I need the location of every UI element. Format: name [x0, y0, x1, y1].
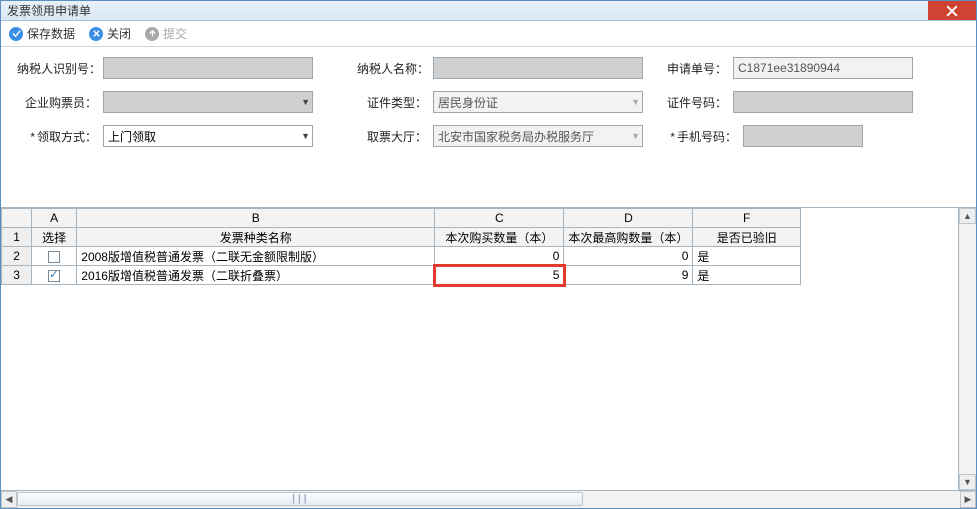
grid-corner[interactable] [2, 209, 32, 228]
field-qygpy: 企业购票员： ▼ [17, 91, 357, 113]
label-nsrmc: 纳税人名称： [357, 60, 427, 77]
field-nsrmc: 纳税人名称： [357, 57, 667, 79]
table-row[interactable]: 2 2008版增值税普通发票（二联无金额限制版） 0 0 是 [2, 247, 801, 266]
row-checkbox[interactable] [48, 251, 60, 263]
check-icon [9, 27, 23, 41]
scroll-left-button[interactable]: ◀ [1, 491, 17, 508]
col-F[interactable]: F [693, 209, 801, 228]
table-row[interactable]: 3 2016版增值税普通发票（二联折叠票） 5 9 是 [2, 266, 801, 285]
label-qygpy: 企业购票员： [17, 94, 97, 111]
window: 发票领用申请单 保存数据 关闭 提交 纳税人识别号： 纳税人名称： 申请单号： [0, 0, 977, 509]
title-bar: 发票领用申请单 [1, 1, 976, 21]
window-title: 发票领用申请单 [7, 2, 91, 19]
save-button-label: 保存数据 [27, 25, 75, 42]
col-D[interactable]: D [564, 209, 693, 228]
toolbar: 保存数据 关闭 提交 [1, 21, 976, 47]
qpdt-input [433, 125, 643, 147]
nsrmc-input[interactable] [433, 57, 643, 79]
nsrsbh-input[interactable] [103, 57, 313, 79]
label-sjhm: *手机号码： [667, 128, 737, 145]
cell-max: 9 [564, 266, 693, 285]
hscroll-thumb[interactable]: ┃┃┃ [17, 492, 583, 506]
zjlx-input [433, 91, 643, 113]
horizontal-scrollbar[interactable]: ◀ ┃┃┃ ▶ [1, 490, 976, 508]
cell-max: 0 [564, 247, 693, 266]
scroll-right-button[interactable]: ▶ [960, 491, 976, 508]
cell-buy[interactable]: 0 [435, 247, 564, 266]
sqdh-input [733, 57, 913, 79]
grid-scroll[interactable]: A B C D F 1 选择 发票种类名称 本次购买数量（本） 本次最高购数量（… [1, 208, 976, 490]
submit-button: 提交 [145, 25, 187, 42]
zjlx-combo: ▼ [433, 91, 643, 113]
close-icon [946, 5, 958, 17]
field-zjhm: 证件号码： [667, 91, 947, 113]
lqfs-combo[interactable]: ▼ [103, 125, 313, 147]
window-close-button[interactable] [928, 1, 976, 20]
cell-name: 2016版增值税普通发票（二联折叠票） [77, 266, 435, 285]
close-button-label: 关闭 [107, 25, 131, 42]
cell-verified: 是 [693, 247, 801, 266]
qpdt-combo: ▼ [433, 125, 643, 147]
col-C[interactable]: C [435, 209, 564, 228]
zjhm-input[interactable] [733, 91, 913, 113]
vscroll-track[interactable] [959, 224, 976, 474]
lqfs-input[interactable] [103, 125, 313, 147]
vertical-scrollbar[interactable]: ▲ ▼ [958, 208, 976, 490]
field-nsrsbh: 纳税人识别号： [17, 57, 357, 79]
row-checkbox[interactable] [48, 270, 60, 282]
form-area: 纳税人识别号： 纳税人名称： 申请单号： 企业购票员： ▼ 证件类型： ▼ [1, 47, 976, 207]
cell-buy-highlighted[interactable]: 5 [435, 266, 564, 285]
scroll-down-button[interactable]: ▼ [959, 474, 976, 490]
hdr-name: 发票种类名称 [77, 228, 435, 247]
grid-wrap: A B C D F 1 选择 发票种类名称 本次购买数量（本） 本次最高购数量（… [1, 207, 976, 508]
label-lqfs: *领取方式： [17, 128, 97, 145]
scroll-up-button[interactable]: ▲ [959, 208, 976, 224]
close-button[interactable]: 关闭 [89, 25, 131, 42]
close-icon [89, 27, 103, 41]
grip-icon: ┃┃┃ [291, 495, 308, 504]
qygpy-input[interactable] [103, 91, 313, 113]
grid: A B C D F 1 选择 发票种类名称 本次购买数量（本） 本次最高购数量（… [1, 208, 801, 285]
cell-name: 2008版增值税普通发票（二联无金额限制版） [77, 247, 435, 266]
hdr-verified: 是否已验旧 [693, 228, 801, 247]
rownum-1[interactable]: 1 [2, 228, 32, 247]
field-qpdt: 取票大厅： ▼ [357, 125, 667, 147]
label-sqdh: 申请单号： [667, 60, 727, 77]
label-nsrsbh: 纳税人识别号： [17, 60, 97, 77]
field-lqfs: *领取方式： ▼ [17, 125, 357, 147]
field-sjhm: *手机号码： [667, 125, 947, 147]
field-zjlx: 证件类型： ▼ [357, 91, 667, 113]
qygpy-combo[interactable]: ▼ [103, 91, 313, 113]
rownum-2[interactable]: 2 [2, 247, 32, 266]
submit-button-label: 提交 [163, 25, 187, 42]
sjhm-input[interactable] [743, 125, 863, 147]
col-B[interactable]: B [77, 209, 435, 228]
save-button[interactable]: 保存数据 [9, 25, 75, 42]
rownum-3[interactable]: 3 [2, 266, 32, 285]
col-A[interactable]: A [32, 209, 77, 228]
field-sqdh: 申请单号： [667, 57, 947, 79]
cell-verified: 是 [693, 266, 801, 285]
hdr-maxqty: 本次最高购数量（本） [564, 228, 693, 247]
upload-icon [145, 27, 159, 41]
label-zjlx: 证件类型： [357, 94, 427, 111]
header-row: 1 选择 发票种类名称 本次购买数量（本） 本次最高购数量（本） 是否已验旧 [2, 228, 801, 247]
hdr-buyqty: 本次购买数量（本） [435, 228, 564, 247]
hscroll-track[interactable]: ┃┃┃ [17, 491, 960, 508]
label-zjhm: 证件号码： [667, 94, 727, 111]
hdr-select: 选择 [32, 228, 77, 247]
label-qpdt: 取票大厅： [357, 128, 427, 145]
col-letters-row: A B C D F [2, 209, 801, 228]
